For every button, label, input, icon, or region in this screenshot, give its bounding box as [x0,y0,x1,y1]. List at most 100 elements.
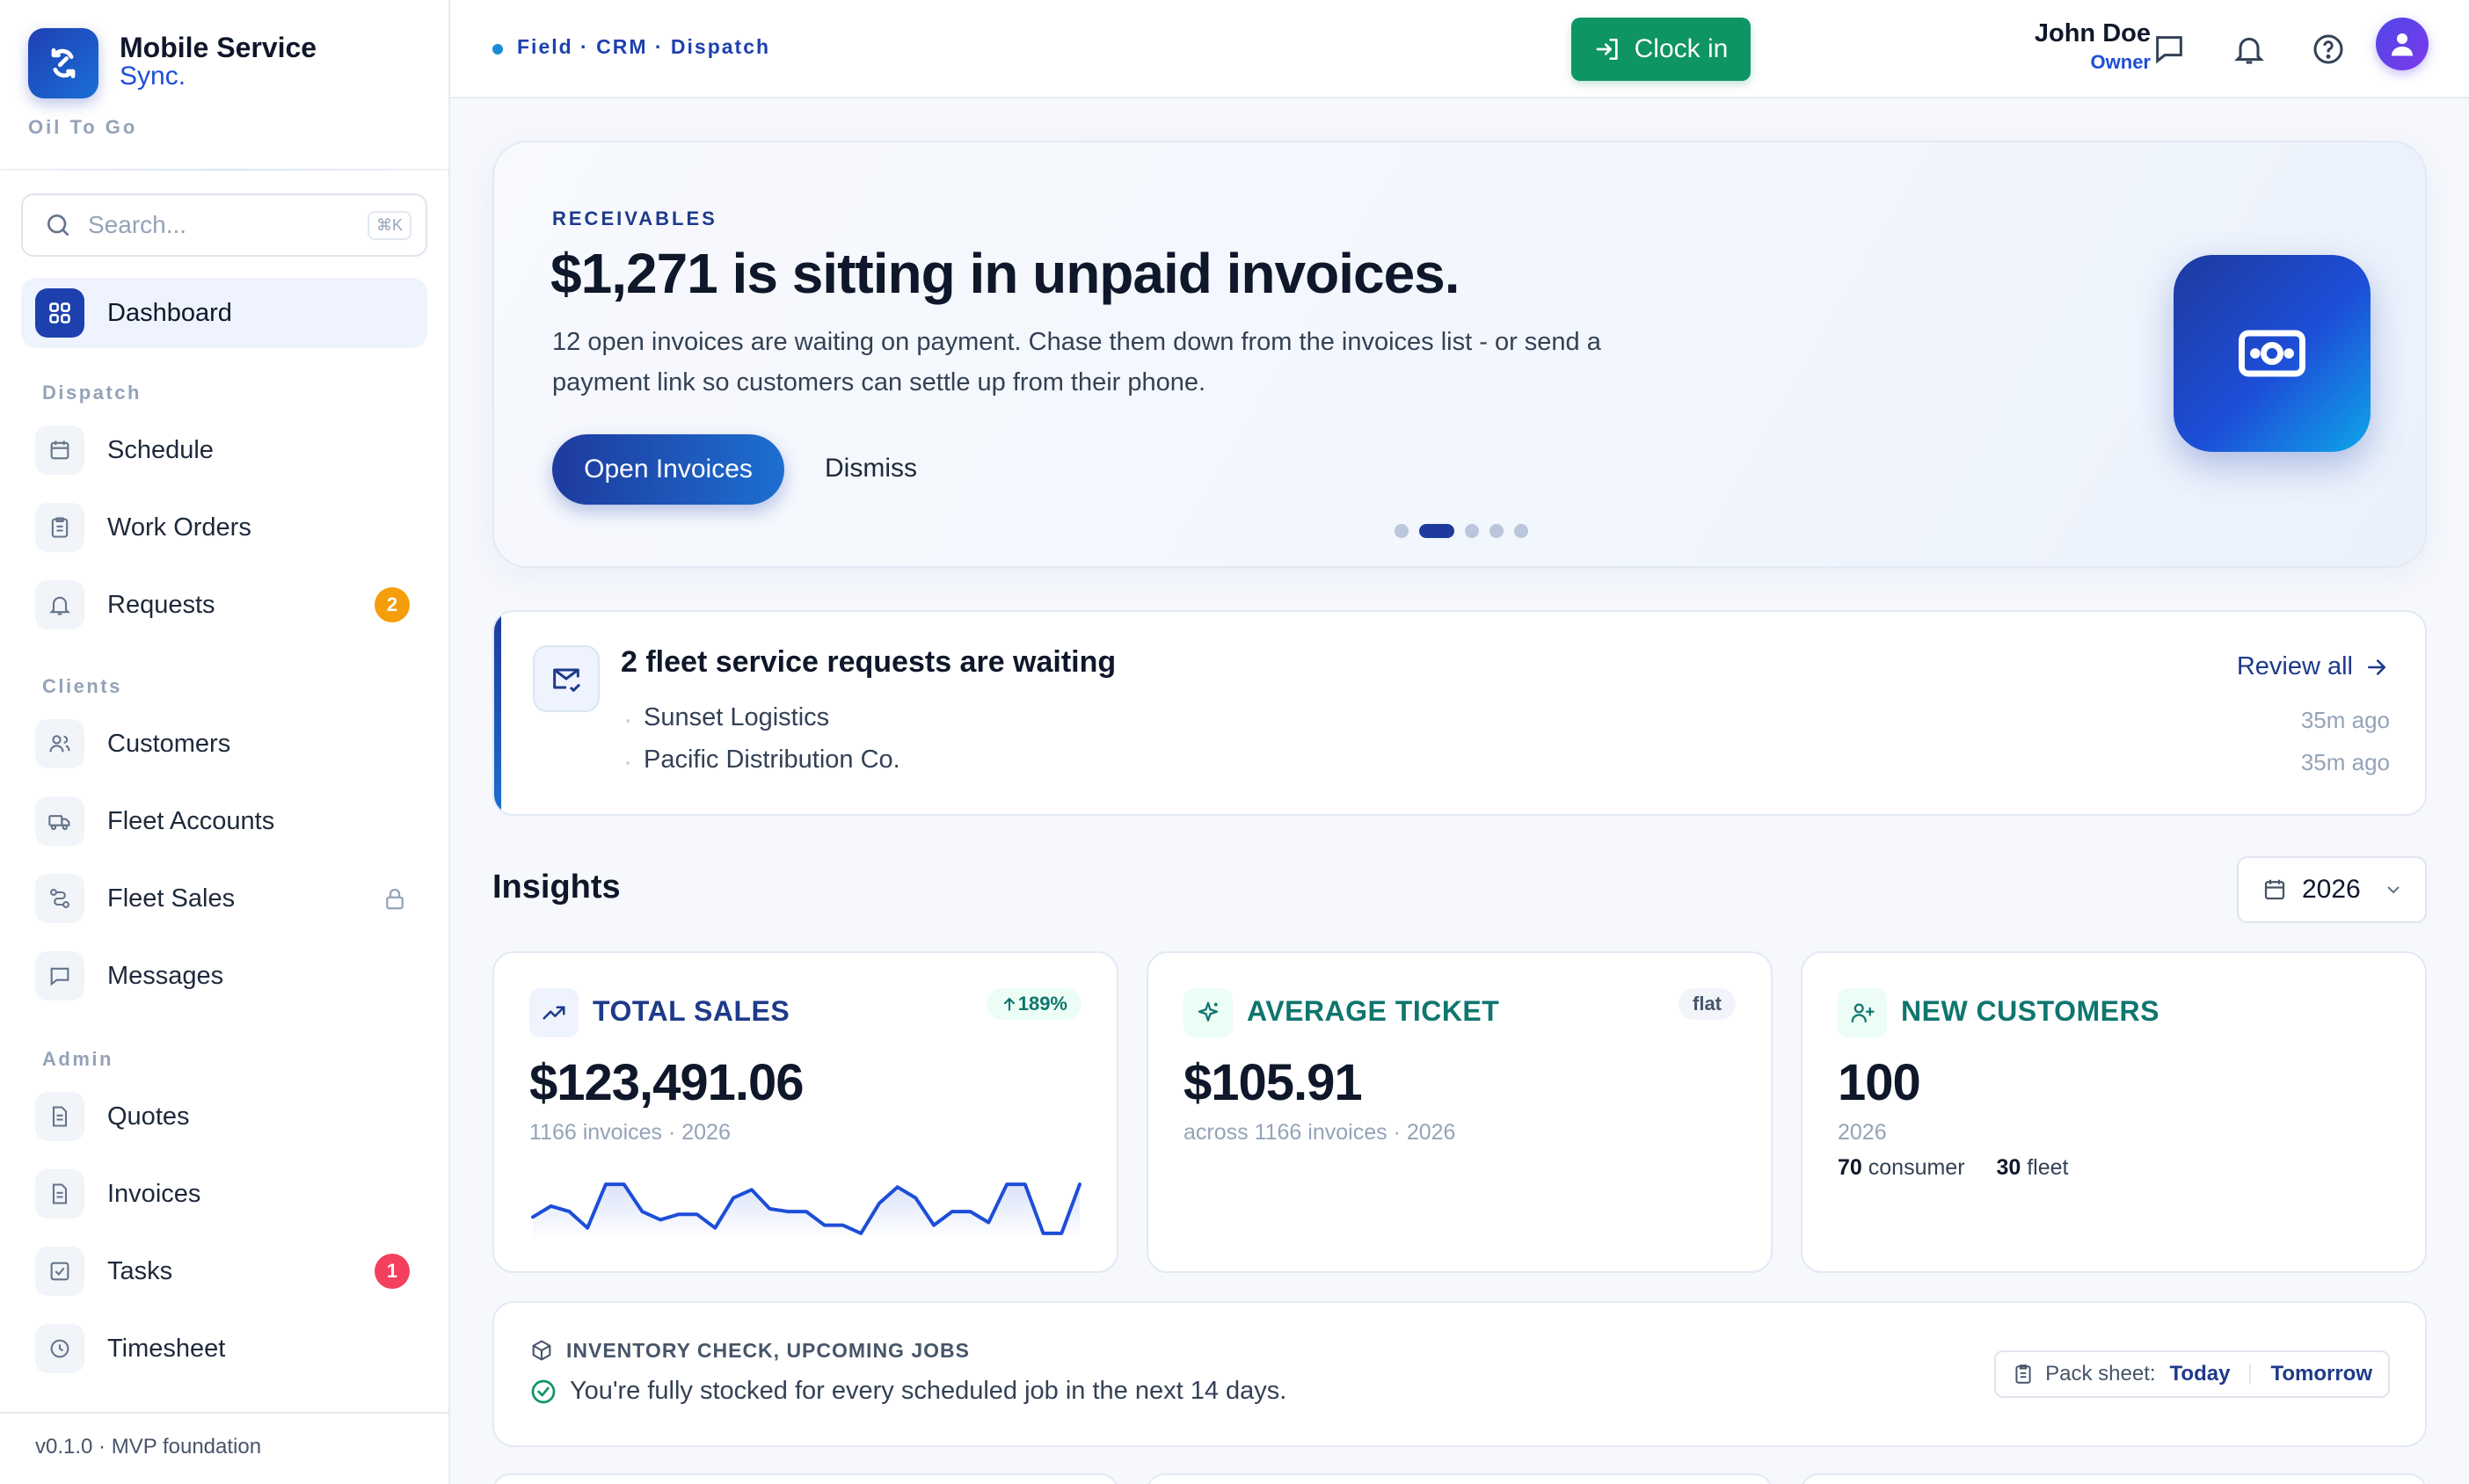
dismiss-button[interactable]: Dismiss [825,454,917,484]
carousel-dots [1395,524,1539,538]
version-label: v0.1.0 · MVP foundation [35,1435,262,1459]
sidebar-item-invoices[interactable]: Invoices [21,1159,427,1229]
card-title: NEW CUSTOMERS [1901,995,2159,1027]
pack-sheet-tomorrow-link[interactable]: Tomorrow [2270,1362,2372,1386]
chevron-down-icon [2387,886,2400,894]
search-input[interactable]: Search... ⌘K [21,193,427,257]
sidebar-item-schedule[interactable]: Schedule [21,415,427,485]
card-subtitle: across 1166 invoices · 2026 [1184,1120,1456,1145]
customer-breakdown: 70 consumer 30 fleet [1838,1155,2068,1181]
request-customer-name[interactable]: Sunset Logistics [625,703,829,732]
inventory-heading-label: INVENTORY CHECK, UPCOMING JOBS [566,1338,970,1362]
calendar-icon [35,426,84,475]
sales-sparkline [531,1182,1082,1240]
sidebar-item-label: Fleet Accounts [107,806,275,835]
fleet-requests-card: 2 fleet service requests are waiting Rev… [492,610,2427,816]
card-subtitle: 2026 [1838,1120,1887,1145]
clock-in-button[interactable]: Clock in [1571,18,1751,81]
user-role: Owner [2090,51,2151,73]
user-plus-icon [1838,988,1887,1037]
message-icon [35,951,84,1000]
new-customers-card[interactable]: NEW CUSTOMERS 100 2026 70 consumer 30 fl… [1801,951,2427,1273]
sidebar-item-label: Customers [107,729,231,758]
clipboard-icon [35,503,84,552]
sidebar-item-work-orders[interactable]: Work Orders [21,492,427,563]
fleet-requests-title: 2 fleet service requests are waiting [621,645,1117,679]
total-sales-card[interactable]: TOTAL SALES 189% $123,491.06 1166 invoic… [492,951,1118,1273]
divider [0,169,448,171]
truck-icon [35,797,84,846]
carousel-dot[interactable] [1489,524,1504,538]
user-avatar[interactable] [2376,18,2429,70]
section-label-clients: Clients [42,675,122,697]
average-ticket-card[interactable]: AVERAGE TICKET flat $105.91 across 1166 … [1147,951,1773,1273]
sidebar-item-label: Tasks [107,1256,173,1285]
brand-title: Mobile Service [120,32,317,63]
user-name[interactable]: John Doe [2035,19,2151,48]
user-icon [2392,33,2413,56]
document-icon [35,1092,84,1141]
brand[interactable]: Mobile Service Sync. Oil To Go [28,28,433,138]
search-placeholder: Search... [88,211,187,238]
arrow-right-icon [2368,658,2385,675]
card-title: AVERAGE TICKET [1247,995,1500,1027]
inventory-status: You're fully stocked for every scheduled… [529,1377,1286,1406]
carousel-dot[interactable] [1419,524,1454,538]
sidebar-item-label: Timesheet [107,1334,226,1363]
card-title: TOTAL SALES [593,995,790,1027]
sidebar-item-tasks[interactable]: Tasks 1 [21,1236,427,1306]
carousel-dot[interactable] [1465,524,1479,538]
sidebar-item-label: Dashboard [107,298,232,327]
tasks-count-badge: 1 [375,1254,410,1289]
sidebar-item-messages[interactable]: Messages [21,941,427,1011]
open-invoices-button[interactable]: Open Invoices [552,434,784,505]
review-all-label: Review all [2236,652,2353,680]
year-select[interactable]: 2026 [2237,856,2427,923]
inventory-check-card: INVENTORY CHECK, UPCOMING JOBS You're fu… [492,1301,2427,1447]
sidebar-item-dashboard[interactable]: Dashboard [21,278,427,348]
inventory-message: You're fully stocked for every scheduled… [570,1377,1287,1405]
chat-icon[interactable] [2152,32,2187,67]
consumer-label: consumer [1868,1155,1965,1180]
section-label-dispatch: Dispatch [42,382,142,404]
sidebar-item-timesheet[interactable]: Timesheet [21,1313,427,1384]
new-customers-value: 100 [1838,1054,1921,1111]
growth-value: 189% [1017,993,1067,1015]
sidebar-item-fleet-sales[interactable]: Fleet Sales [21,863,427,934]
bell-icon [35,580,84,629]
card-subtitle: 1166 invoices · 2026 [529,1120,731,1145]
pack-sheet-today-link[interactable]: Today [2170,1362,2231,1386]
sidebar-item-quotes[interactable]: Quotes [21,1081,427,1152]
review-all-link[interactable]: Review all [2237,652,2390,681]
sync-logo-icon [28,28,98,98]
accent-bar [494,612,501,814]
route-icon [35,874,84,923]
card-peek [1801,1473,2427,1484]
checkbox-icon [35,1247,84,1296]
sidebar-item-fleet-accounts[interactable]: Fleet Accounts [21,786,427,856]
brand-subtitle: Sync. [120,62,186,91]
sidebar-item-label: Requests [107,590,215,619]
sparkles-icon [1184,988,1233,1037]
fleet-label: fleet [2027,1155,2069,1180]
selected-year: 2026 [2302,875,2361,904]
carousel-dot[interactable] [1395,524,1409,538]
help-icon[interactable] [2311,32,2346,67]
divider [0,1412,448,1414]
sidebar-item-requests[interactable]: Requests 2 [21,570,427,640]
sidebar-item-label: Schedule [107,435,214,464]
login-icon [1596,39,1618,60]
notification-bell-icon[interactable] [2232,32,2267,67]
sidebar-item-customers[interactable]: Customers [21,709,427,779]
check-circle-icon [531,1379,556,1403]
sidebar-item-label: Invoices [107,1179,201,1208]
search-icon [47,215,69,236]
clock-icon [35,1324,84,1373]
carousel-dot[interactable] [1514,524,1528,538]
pack-sheet-label: Pack sheet: [2045,1362,2156,1386]
search-shortcut: ⌘K [367,210,412,240]
hero-title: $1,271 is sitting in unpaid invoices. [550,242,1460,305]
request-customer-name[interactable]: Pacific Distribution Co. [626,746,900,775]
top-bar: Field · CRM · Dispatch Clock in John Doe… [450,0,2469,98]
sidebar: Mobile Service Sync. Oil To Go Search...… [0,0,450,1484]
